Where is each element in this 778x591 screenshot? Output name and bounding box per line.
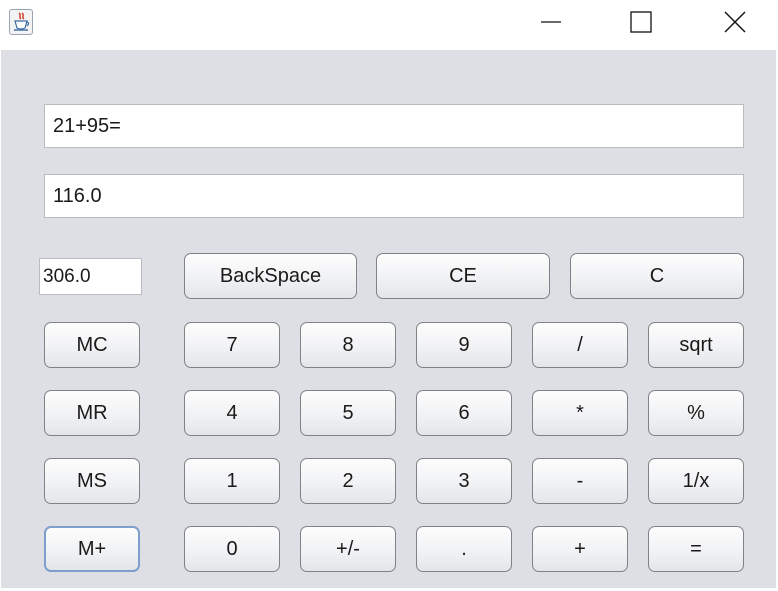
digit-8-button[interactable]: 8: [300, 322, 396, 368]
java-cup-icon[interactable]: [9, 9, 33, 35]
negate-button[interactable]: +/-: [300, 526, 396, 572]
mc-button[interactable]: MC: [44, 322, 140, 368]
digit-3-button[interactable]: 3: [416, 458, 512, 504]
result-field[interactable]: 116.0: [44, 174, 744, 218]
ms-button[interactable]: MS: [44, 458, 140, 504]
mr-button[interactable]: MR: [44, 390, 140, 436]
divide-button[interactable]: /: [532, 322, 628, 368]
c-button[interactable]: C: [570, 253, 744, 299]
memory-display: 306.0: [39, 258, 142, 295]
maximize-icon: [630, 11, 652, 33]
m-plus-button[interactable]: M+: [44, 526, 140, 572]
reciprocal-button[interactable]: 1/x: [648, 458, 744, 504]
digit-6-button[interactable]: 6: [416, 390, 512, 436]
digit-0-button[interactable]: 0: [184, 526, 280, 572]
digit-1-button[interactable]: 1: [184, 458, 280, 504]
digit-5-button[interactable]: 5: [300, 390, 396, 436]
subtract-button[interactable]: -: [532, 458, 628, 504]
maximize-button[interactable]: [618, 0, 664, 44]
expression-field[interactable]: 21+95=: [44, 104, 744, 148]
multiply-button[interactable]: *: [532, 390, 628, 436]
digit-7-button[interactable]: 7: [184, 322, 280, 368]
title-bar: [0, 0, 778, 50]
minimize-button[interactable]: [528, 0, 574, 44]
close-button[interactable]: [712, 0, 758, 44]
add-button[interactable]: +: [532, 526, 628, 572]
digit-9-button[interactable]: 9: [416, 322, 512, 368]
decimal-point-button[interactable]: .: [416, 526, 512, 572]
close-icon: [724, 11, 746, 33]
ce-button[interactable]: CE: [376, 253, 550, 299]
digit-4-button[interactable]: 4: [184, 390, 280, 436]
backspace-button[interactable]: BackSpace: [184, 253, 357, 299]
minimize-icon: [541, 21, 561, 23]
percent-button[interactable]: %: [648, 390, 744, 436]
digit-2-button[interactable]: 2: [300, 458, 396, 504]
equals-button[interactable]: =: [648, 526, 744, 572]
sqrt-button[interactable]: sqrt: [648, 322, 744, 368]
